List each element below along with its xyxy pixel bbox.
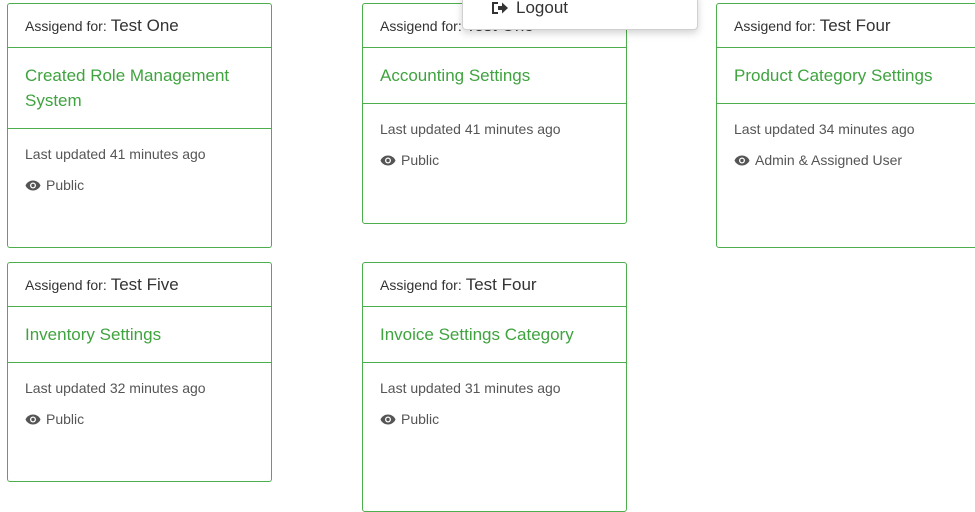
last-updated-text: Last updated 32 minutes ago bbox=[25, 380, 206, 396]
card-title-link[interactable]: Inventory Settings bbox=[25, 322, 254, 347]
visibility-status: Admin & Assigned User bbox=[734, 152, 968, 168]
eye-icon bbox=[380, 414, 396, 424]
card-title-section: Product Category Settings bbox=[717, 48, 975, 104]
eye-icon bbox=[734, 155, 750, 165]
assigned-label: Assigend for: bbox=[734, 17, 816, 34]
card-body: Last updated 32 minutes ago Public bbox=[8, 363, 271, 427]
assigned-name: Test Five bbox=[110, 274, 179, 294]
assigned-name: Test One bbox=[110, 15, 179, 35]
logout-menu-item[interactable]: Logout bbox=[491, 0, 568, 18]
card-title-link[interactable]: Accounting Settings bbox=[380, 63, 609, 88]
card-title-link[interactable]: Product Category Settings bbox=[734, 63, 968, 88]
card-title-link[interactable]: Created Role Management System bbox=[25, 63, 254, 113]
logout-label: Logout bbox=[516, 0, 568, 17]
assigned-name: Test Four bbox=[819, 15, 891, 35]
card-title-section: Created Role Management System bbox=[8, 48, 271, 129]
assigned-label: Assigend for: bbox=[380, 276, 462, 293]
last-updated-text: Last updated 34 minutes ago bbox=[734, 121, 915, 137]
visibility-status: Public bbox=[25, 177, 254, 193]
assigned-label: Assigend for: bbox=[25, 276, 107, 293]
eye-icon bbox=[25, 180, 41, 190]
card-body: Last updated 31 minutes ago Public bbox=[363, 363, 626, 427]
card-header: Assigend for: Test Four bbox=[363, 263, 626, 307]
card-title-section: Invoice Settings Category bbox=[363, 307, 626, 363]
user-dropdown-menu: Logout bbox=[462, 0, 698, 30]
visibility-label: Public bbox=[401, 152, 440, 168]
task-card: Assigend for: Test Four Invoice Settings… bbox=[362, 262, 627, 512]
card-title-section: Inventory Settings bbox=[8, 307, 271, 363]
card-body: Last updated 41 minutes ago Public bbox=[8, 129, 271, 193]
card-header: Assigend for: Test One bbox=[8, 4, 271, 48]
last-updated-text: Last updated 31 minutes ago bbox=[380, 380, 561, 396]
assigned-label: Assigend for: bbox=[380, 17, 462, 34]
task-card: Assigend for: Test Four Product Category… bbox=[716, 3, 975, 248]
visibility-status: Public bbox=[380, 152, 609, 168]
visibility-label: Public bbox=[46, 177, 85, 193]
visibility-label: Public bbox=[46, 411, 85, 427]
last-updated-text: Last updated 41 minutes ago bbox=[25, 146, 206, 162]
visibility-label: Public bbox=[401, 411, 440, 427]
card-body: Last updated 41 minutes ago Public bbox=[363, 104, 626, 168]
sign-out-icon bbox=[492, 2, 508, 14]
eye-icon bbox=[25, 414, 41, 424]
task-card: Assigend for: Test Five Inventory Settin… bbox=[7, 262, 272, 482]
card-header: Assigend for: Test Four bbox=[717, 4, 975, 48]
visibility-label: Admin & Assigned User bbox=[755, 152, 903, 168]
last-updated-text: Last updated 41 minutes ago bbox=[380, 121, 561, 137]
task-card: Assigend for: Test One Created Role Mana… bbox=[7, 3, 272, 248]
assigned-name: Test Four bbox=[465, 274, 537, 294]
visibility-status: Public bbox=[380, 411, 609, 427]
card-title-section: Accounting Settings bbox=[363, 48, 626, 104]
eye-icon bbox=[380, 155, 396, 165]
task-card: Assigend for: Test One Accounting Settin… bbox=[362, 3, 627, 224]
assigned-label: Assigend for: bbox=[25, 17, 107, 34]
card-body: Last updated 34 minutes ago Admin & Assi… bbox=[717, 104, 975, 168]
card-header: Assigend for: Test Five bbox=[8, 263, 271, 307]
visibility-status: Public bbox=[25, 411, 254, 427]
card-title-link[interactable]: Invoice Settings Category bbox=[380, 322, 609, 347]
